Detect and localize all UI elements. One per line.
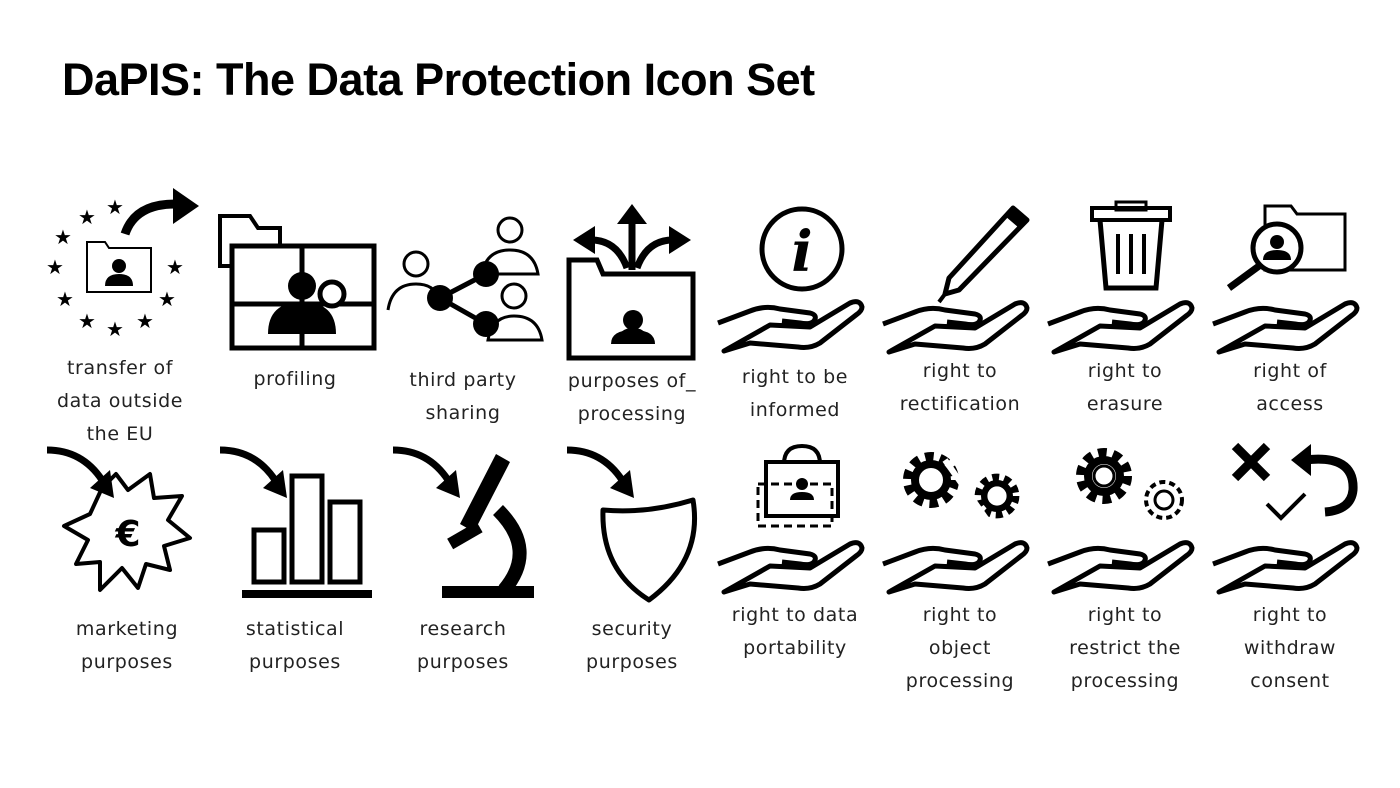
icon-right-to-object-processing: right to object processing [875, 440, 1045, 698]
label-line: rectification [899, 393, 1021, 415]
icon-label: right to data portability [710, 599, 880, 665]
label-line: sharing [425, 402, 501, 424]
svg-text:★: ★ [46, 255, 64, 279]
label-line: object [928, 637, 992, 659]
icon-right-to-rectification: right to rectification [875, 200, 1045, 421]
icon-label: right to rectification [875, 355, 1045, 421]
icon-label: right to withdraw consent [1205, 599, 1375, 698]
icon-label: right to erasure [1040, 355, 1210, 421]
label-line: purposes of_ [567, 370, 697, 392]
label-line: withdraw [1243, 637, 1337, 659]
label-line: processing [1070, 670, 1180, 692]
icon-label: marketing purposes [42, 613, 212, 679]
label-line: security [591, 618, 673, 640]
icon-label: security purposes [547, 613, 717, 679]
label-line: right to [1087, 604, 1163, 626]
svg-text:★: ★ [78, 309, 96, 333]
undo-consent-hand-icon [1205, 442, 1375, 595]
icon-right-to-data-portability: right to data portability [710, 440, 880, 665]
icon-right-to-restrict-processing: right to restrict the processing [1040, 440, 1210, 698]
label-line: right to [1252, 604, 1328, 626]
svg-text:★: ★ [106, 195, 124, 219]
icon-label: purposes of_ processing [547, 365, 717, 431]
icon-transfer-outside-eu: ★ ★ ★ ★ ★ ★ ★ ★ ★ ★ transfer of data outside the … [35, 182, 205, 451]
icon-profiling: profiling [210, 210, 380, 396]
eu-transfer-icon: ★ ★★★ ★★ ★ ★ ★★ [46, 188, 199, 341]
label-line: processing [577, 403, 687, 425]
icon-right-to-erasure: right to erasure [1040, 200, 1210, 421]
trash-hand-icon [1040, 200, 1210, 355]
label-line: profiling [253, 368, 337, 390]
label-line: research [419, 618, 507, 640]
svg-text:★: ★ [78, 205, 96, 229]
label-line: right to be [741, 366, 849, 388]
label-line: € [114, 514, 140, 555]
icon-label: transfer of data outside the EU [35, 352, 205, 451]
label-line: right to [922, 360, 998, 382]
share-network-icon [386, 216, 544, 342]
label-line: right to [1087, 360, 1163, 382]
icon-research-purposes: research purposes [378, 440, 548, 679]
label-line: transfer of [67, 357, 173, 379]
icon-label: right of access [1205, 355, 1375, 421]
svg-text:★: ★ [158, 287, 176, 311]
icon-label: profiling [210, 363, 380, 396]
label-line: purposes [249, 651, 341, 673]
icon-label: research purposes [378, 613, 548, 679]
bar-chart-icon [210, 440, 372, 598]
info-hand-icon: i [710, 206, 880, 355]
label-line: marketing [75, 618, 179, 640]
pencil-hand-icon [875, 205, 1030, 355]
icon-statistical-purposes: statistical purposes [210, 440, 380, 679]
svg-text:★: ★ [106, 317, 124, 341]
label-line: erasure [1086, 393, 1164, 415]
icon-right-to-withdraw-consent: right to withdraw consent [1205, 440, 1375, 698]
label-line: data outside [56, 390, 184, 412]
label-line: i [791, 219, 812, 285]
page-title: DaPIS: The Data Protection Icon Set [62, 54, 815, 105]
svg-text:★: ★ [54, 225, 72, 249]
marketing-icon: € [42, 440, 192, 592]
label-line: restrict the [1069, 637, 1181, 659]
label-line: portability [743, 637, 847, 659]
label-line: informed [749, 399, 841, 421]
gears-hand-icon [1040, 440, 1210, 595]
svg-text:★: ★ [166, 255, 184, 279]
portability-hand-icon [710, 443, 880, 595]
microscope-icon [378, 440, 534, 598]
icon-label: right to object processing [875, 599, 1045, 698]
label-line: right to data [731, 604, 859, 626]
icon-label: third party sharing [378, 364, 548, 430]
label-line: statistical [245, 618, 345, 640]
icon-label: right to be informed [710, 361, 880, 427]
label-line: purposes [81, 651, 173, 673]
icon-purposes-of-processing: purposes of_ processing [547, 200, 717, 431]
svg-text:★: ★ [136, 309, 154, 333]
label-line: processing [905, 670, 1015, 692]
icon-right-to-be-informed: i right to be informed [710, 205, 880, 427]
icon-third-party-sharing: third party sharing [378, 214, 548, 430]
label-line: right of [1253, 360, 1327, 382]
label-line: access [1256, 393, 1324, 415]
svg-text:★: ★ [56, 287, 74, 311]
icon-marketing-purposes: € marketing purposes [42, 440, 212, 679]
icon-label: statistical purposes [210, 613, 380, 679]
search-folder-hand-icon [1205, 204, 1375, 355]
folder-arrows-icon [566, 204, 696, 361]
icon-label: right to restrict the processing [1040, 599, 1210, 698]
label-line: third party [409, 369, 517, 391]
label-line: purposes [586, 651, 678, 673]
broken-gears-hand-icon [875, 440, 1045, 595]
label-line: right to [922, 604, 998, 626]
icon-right-of-access: right of access [1205, 200, 1375, 421]
shield-icon [547, 440, 698, 603]
icon-security-purposes: security purposes [547, 440, 717, 679]
profiling-icon [218, 214, 377, 351]
label-line: consent [1250, 670, 1330, 692]
label-line: purposes [417, 651, 509, 673]
